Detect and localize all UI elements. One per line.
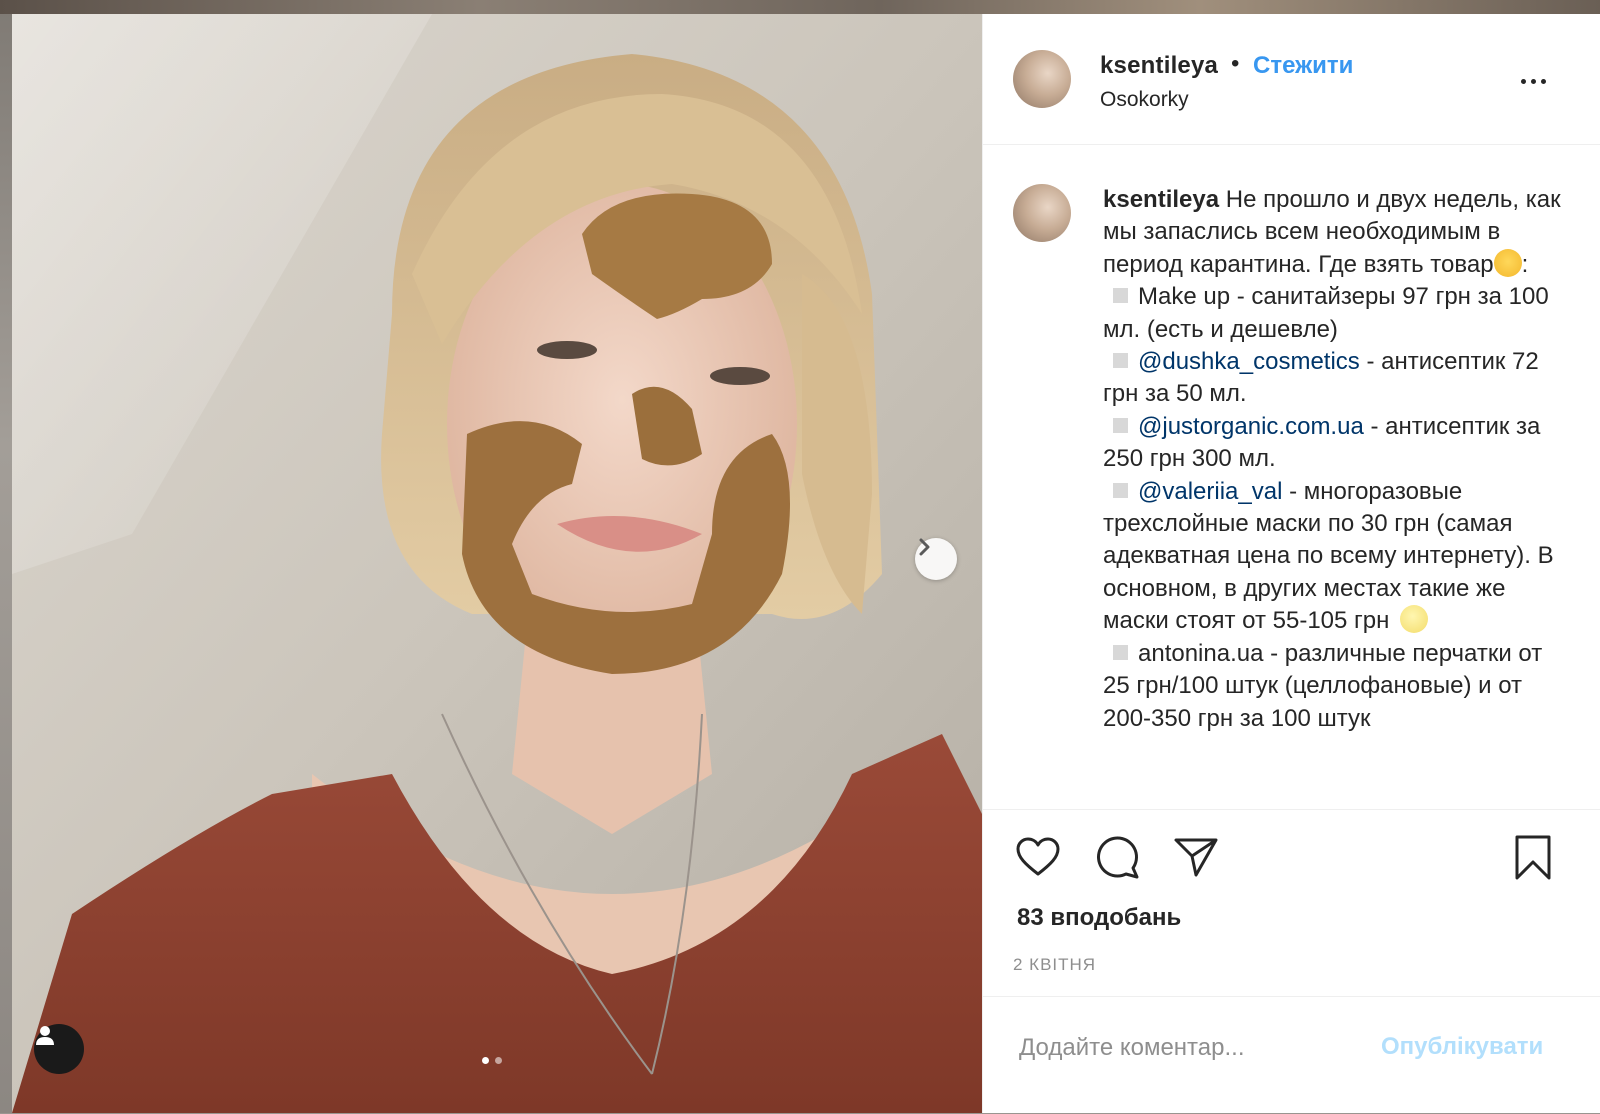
caption-author-avatar[interactable]	[1013, 184, 1071, 242]
caption-username[interactable]: ksentileya	[1103, 186, 1219, 213]
post-caption: ksentileya Не прошло и двух недель, как …	[1103, 184, 1573, 735]
author-username[interactable]: ksentileya	[1100, 52, 1218, 80]
comment-bar: Опублікувати	[983, 996, 1600, 1114]
post-modal: ksentileya • Стежити Osokorky ksentileya…	[12, 14, 1600, 1113]
bullet-square-icon	[1113, 644, 1128, 660]
mention-justorganic[interactable]: @justorganic.com.ua	[1138, 413, 1364, 440]
laughing-emoji-icon	[1493, 248, 1522, 277]
mention-valeriia-val[interactable]: @valeriia_val	[1138, 478, 1282, 505]
post-location[interactable]: Osokorky	[1100, 88, 1189, 112]
more-dot	[1531, 78, 1536, 84]
comment-input[interactable]	[1017, 1027, 1401, 1069]
bullet-square-icon	[1113, 417, 1128, 433]
carousel-indicator	[482, 1057, 502, 1064]
caption-item-makeup: Make up - санитайзеры 97 грн за 100 мл. …	[1103, 283, 1549, 343]
moon-face-emoji-icon	[1400, 605, 1429, 634]
caption-section: ksentileya Не прошло и двух недель, как …	[983, 144, 1600, 810]
carousel-dot-active	[482, 1057, 489, 1064]
bookmark-icon[interactable]	[1513, 834, 1553, 882]
more-dot	[1521, 78, 1526, 84]
follow-button[interactable]: Стежити	[1253, 52, 1353, 80]
ellipsis-icon[interactable]	[1521, 74, 1555, 88]
bullet-square-icon	[1113, 482, 1128, 498]
carousel-dot	[495, 1057, 502, 1064]
heart-icon[interactable]	[1015, 836, 1061, 878]
mention-dushka-cosmetics[interactable]: @dushka_cosmetics	[1138, 348, 1360, 375]
carousel-next-button[interactable]	[915, 538, 957, 580]
publish-button[interactable]: Опублікувати	[1381, 1033, 1543, 1061]
caption-intro-end: :	[1521, 250, 1529, 278]
bullet-square-icon	[1113, 288, 1128, 304]
post-date[interactable]: 2 КВІТНЯ	[1013, 955, 1096, 975]
background-feed-strip	[0, 0, 1600, 14]
post-photo	[12, 14, 982, 1113]
user-icon	[36, 1026, 54, 1045]
speech-bubble-icon[interactable]	[1093, 834, 1141, 880]
bullet-square-icon	[1113, 353, 1128, 369]
caption-item-antonina: antonina.ua - различные перчатки от 25 г…	[1103, 639, 1543, 732]
selfie-image	[12, 14, 982, 1113]
author-avatar[interactable]	[1013, 50, 1071, 108]
post-actions	[983, 810, 1600, 900]
more-dot	[1541, 78, 1546, 84]
post-header: ksentileya • Стежити Osokorky	[983, 14, 1600, 145]
tagged-users-button[interactable]	[34, 1024, 84, 1074]
likes-count[interactable]: 83 вподобань	[1017, 904, 1181, 932]
chevron-right-icon	[919, 538, 930, 556]
paper-plane-icon[interactable]	[1173, 836, 1219, 878]
separator-bullet: •	[1231, 50, 1240, 77]
post-side-panel: ksentileya • Стежити Osokorky ksentileya…	[982, 14, 1600, 1113]
